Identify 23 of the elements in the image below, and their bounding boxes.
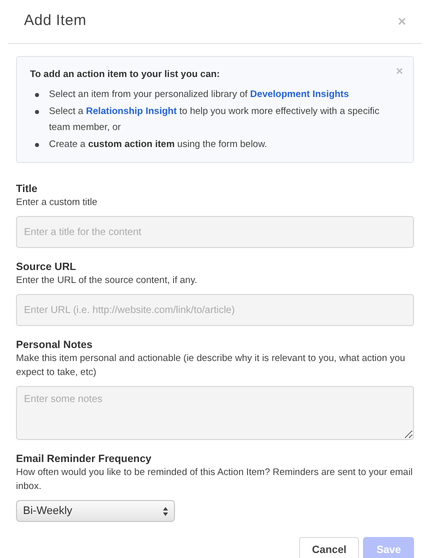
bullet-text: Create a custom action item using the form below.: [49, 138, 268, 152]
insight-link[interactable]: Relationship Insight: [86, 106, 177, 117]
field-help: Enter a custom title: [16, 196, 98, 210]
frequency-select[interactable]: Bi-Weekly: [16, 500, 175, 522]
stepper-icon: [163, 506, 168, 516]
bullet-text: Select an item from your personalized library of Development Insights: [49, 88, 349, 102]
info-heading: To add an action item to your list you can:: [30, 68, 220, 82]
bullet-icon: [35, 110, 39, 114]
cancel-button[interactable]: Cancel: [299, 537, 360, 558]
insight-link[interactable]: Development Insights: [250, 89, 349, 100]
field-help: Enter the URL of the source content, if any.: [16, 274, 198, 288]
bullet-icon: [35, 93, 39, 98]
text-field[interactable]: Enter URL (i.e. http://website.com/link/to/article): [16, 294, 414, 326]
field-label: Source URL: [16, 261, 78, 274]
dialog-title: Add Item: [24, 11, 86, 32]
field-label: Email Reminder Frequency: [16, 453, 152, 466]
field-label: Personal Notes: [16, 339, 94, 352]
field-label: Title: [16, 183, 38, 196]
field-help: How often would you like to be reminded of this Action Item? Reminders are sent to your email inbox.: [16, 466, 414, 494]
text-field[interactable]: Enter a title for the content: [16, 216, 414, 248]
notes-field[interactable]: Enter some notes: [16, 386, 414, 440]
bullet-icon: [35, 142, 39, 147]
field-help: Make this item personal and actionable (ie describe why it is relevant to you, what action you expect to take, etc): [16, 352, 406, 380]
